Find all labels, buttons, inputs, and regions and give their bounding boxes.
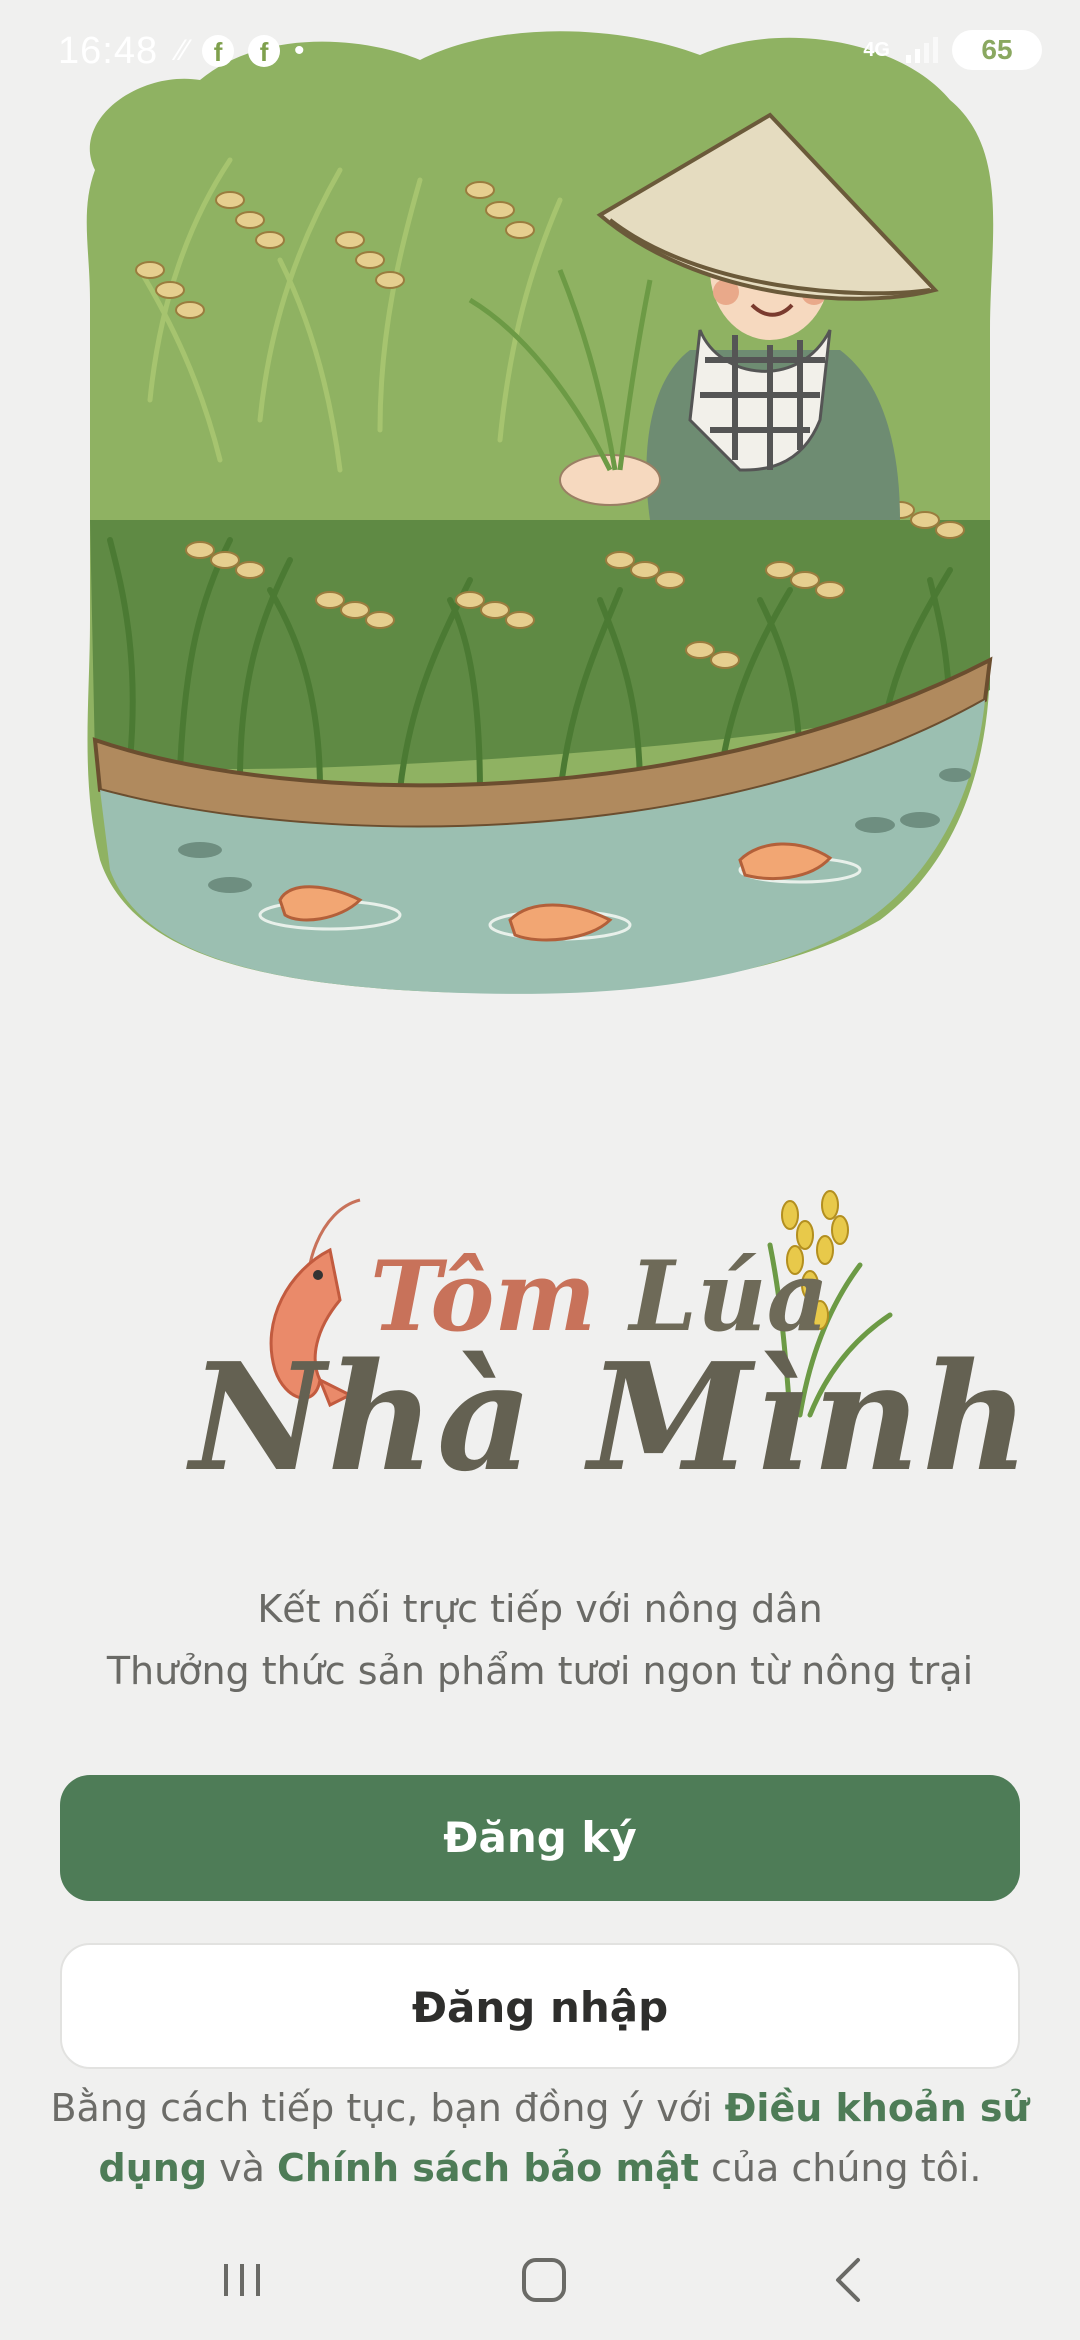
tagline: Kết nối trực tiếp với nông dân Thưởng th… [0, 1578, 1080, 1702]
battery-icon: 65 [952, 30, 1042, 70]
data-icon: ⁄⁄ [178, 34, 189, 67]
notification-icons: ⁄⁄ f f • [178, 34, 305, 68]
dot-icon: • [294, 34, 305, 67]
terms-prefix: Bằng cách tiếp tục, bạn đồng ý với [50, 2086, 725, 2130]
login-button[interactable]: Đăng nhập [60, 1943, 1020, 2069]
status-time: 16:48 [58, 30, 159, 72]
privacy-policy-link[interactable]: Chính sách bảo mật [277, 2146, 699, 2190]
network-type: 4G [863, 38, 890, 61]
hero-illustration [86, 31, 994, 994]
status-right: 4G 65 [863, 30, 1042, 70]
terms-suffix: của chúng tôi. [698, 2146, 982, 2190]
home-icon[interactable] [514, 2250, 574, 2310]
facebook-icon: f [248, 35, 281, 67]
logo-line-bottom: Nhà Mình [190, 1330, 1032, 1504]
app-logo: Tôm Lúa Nhà Mình [170, 1180, 1030, 1510]
terms-notice: Bằng cách tiếp tục, bạn đồng ý với Điều … [40, 2078, 1040, 2198]
signal-icon [906, 37, 938, 63]
terms-conjunction: và [207, 2146, 277, 2190]
status-bar: 16:48 ⁄⁄ f f • 4G 65 [0, 0, 1080, 110]
recents-icon[interactable] [212, 2250, 272, 2310]
facebook-icon: f [202, 35, 235, 67]
system-nav-bar [0, 2220, 1080, 2320]
tagline-line1: Kết nối trực tiếp với nông dân [257, 1587, 823, 1631]
register-button[interactable]: Đăng ký [60, 1775, 1020, 1901]
back-icon[interactable] [818, 2250, 878, 2310]
tagline-line2: Thưởng thức sản phẩm tươi ngon từ nông t… [106, 1649, 974, 1693]
